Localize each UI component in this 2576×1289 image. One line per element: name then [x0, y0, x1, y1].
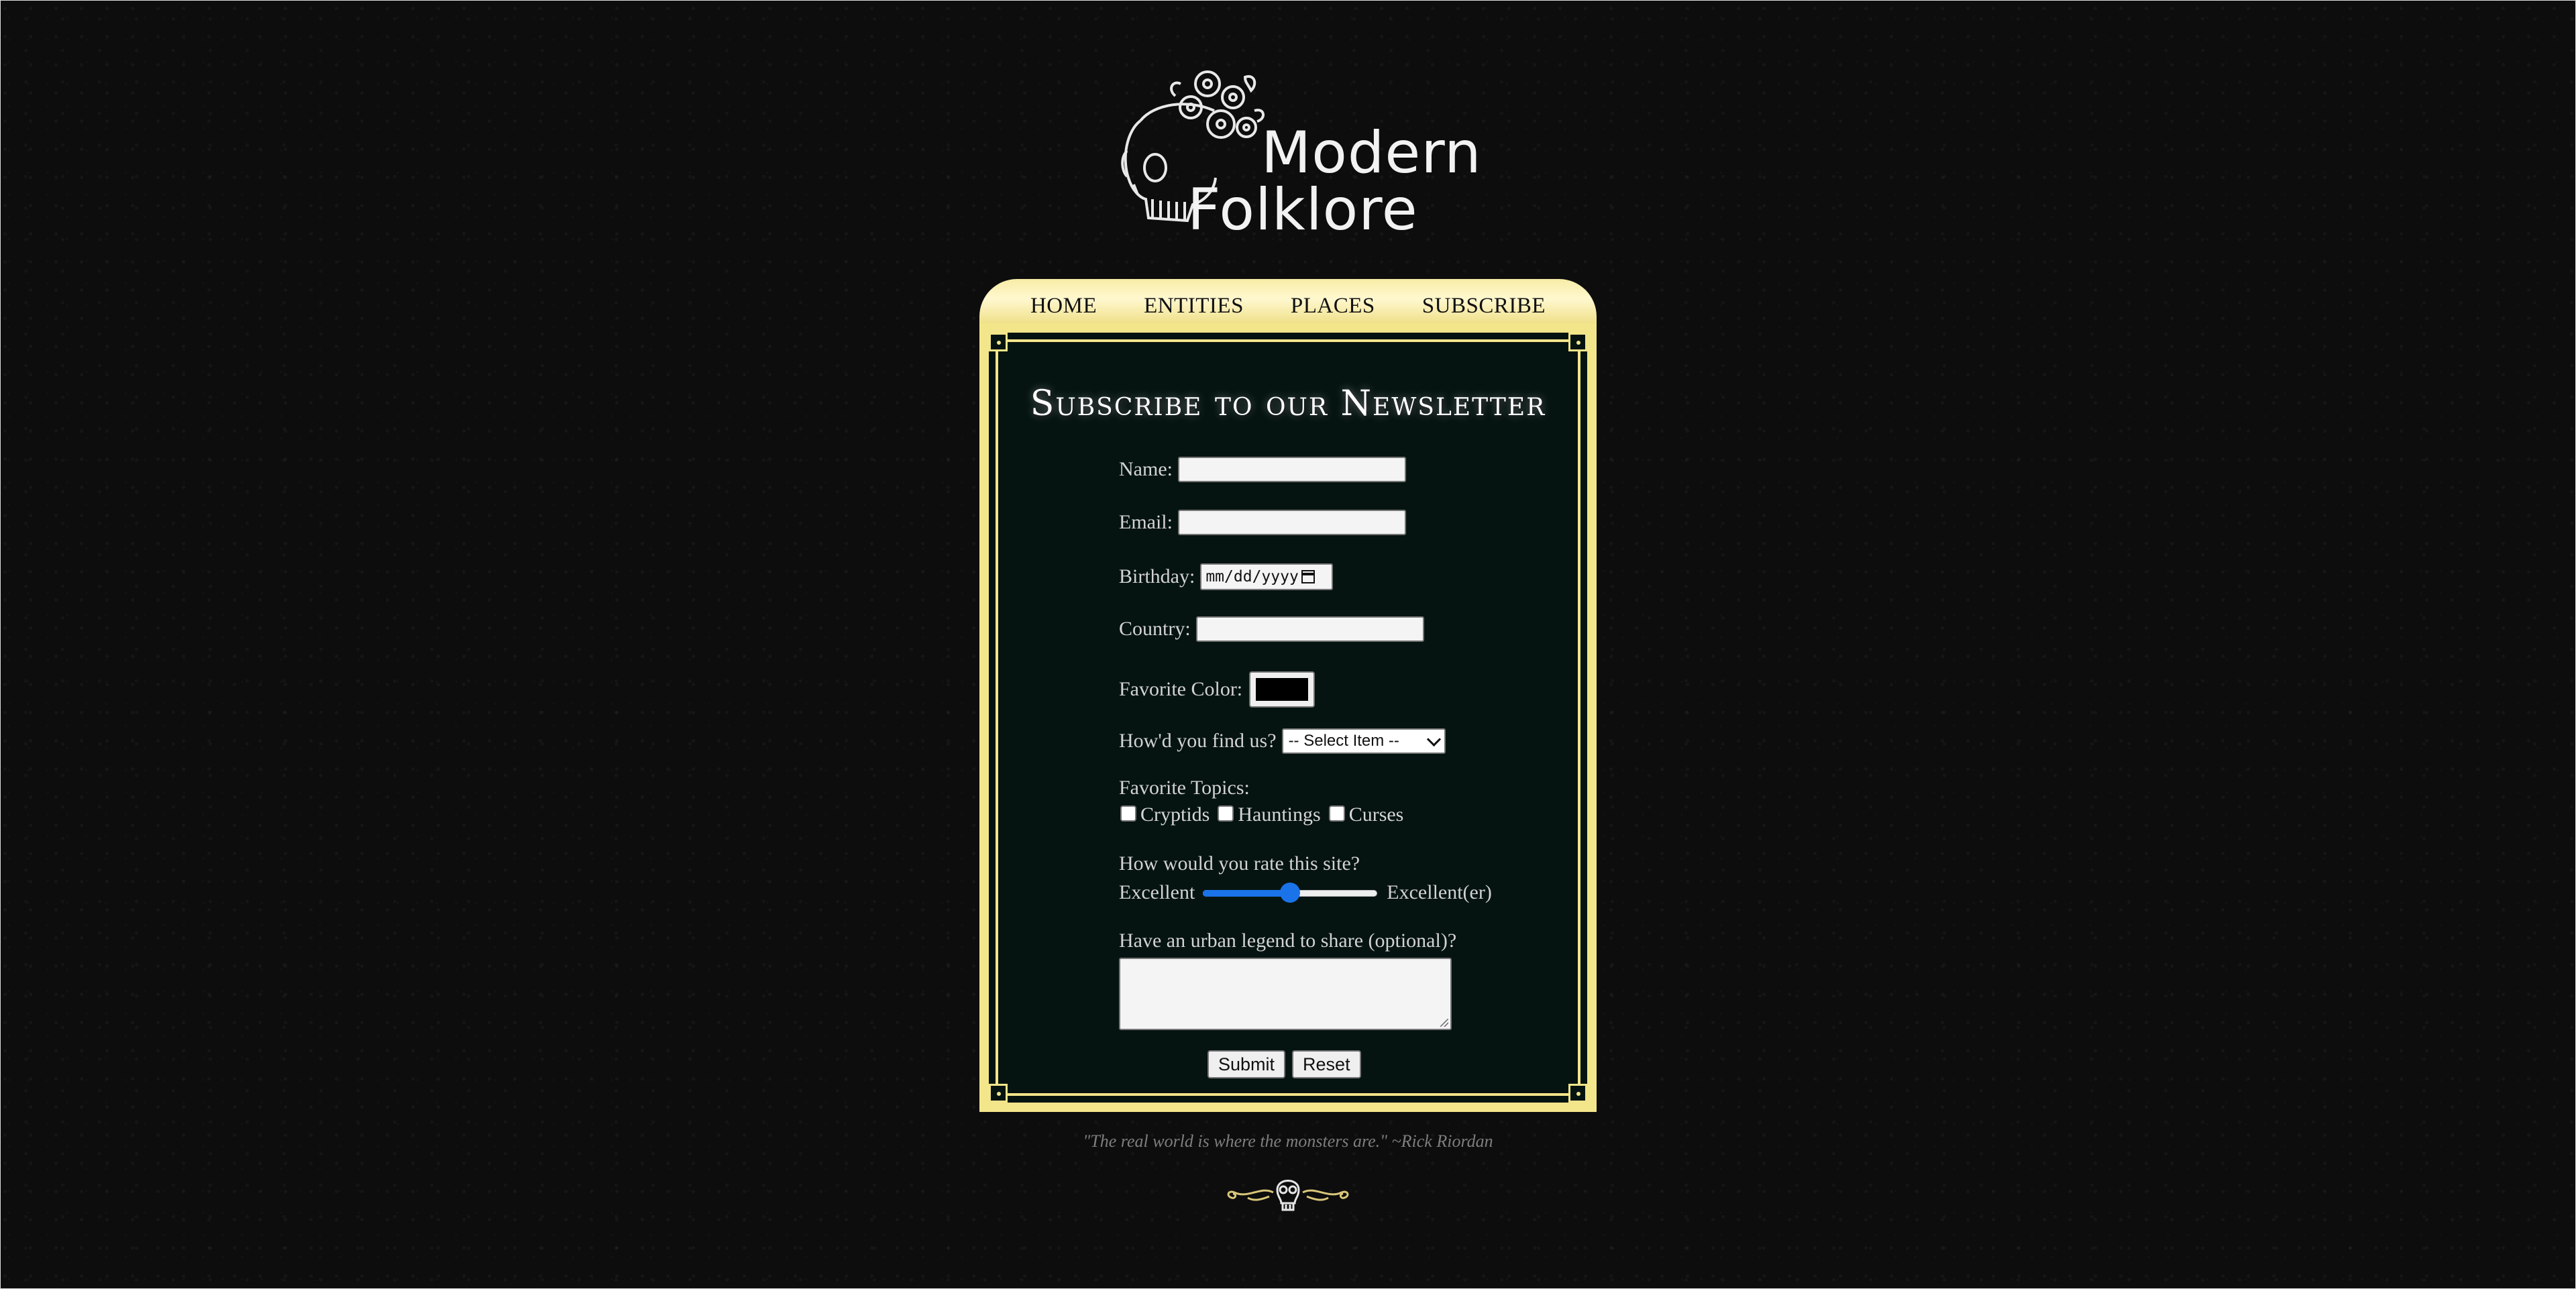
color-swatch-fill: [1256, 678, 1309, 701]
submit-button[interactable]: Submit: [1208, 1050, 1286, 1078]
checkbox[interactable]: [1218, 805, 1234, 822]
birthday-label: Birthday:: [1119, 565, 1195, 587]
nav-places[interactable]: PLACES: [1291, 294, 1375, 319]
logo-text-folklore: Folklore: [1187, 176, 1418, 243]
nav-home[interactable]: HOME: [1030, 294, 1097, 319]
rating-label: How would you rate this site?: [1119, 852, 1360, 875]
corner-ornament-icon: [989, 1084, 1008, 1103]
rating-row: Excellent Excellent(er): [1119, 881, 1492, 904]
country-row: Country:: [1119, 616, 1424, 642]
name-label: Name:: [1119, 458, 1173, 480]
form-actions: Submit Reset: [1208, 1050, 1361, 1078]
urban-legend-textarea[interactable]: [1119, 958, 1452, 1030]
country-label: Country:: [1119, 618, 1191, 640]
topic-option-curses[interactable]: Curses: [1324, 803, 1404, 826]
reset-button[interactable]: Reset: [1292, 1050, 1361, 1078]
topic-option-cryptids[interactable]: Cryptids: [1115, 803, 1210, 826]
topic-label: Hauntings: [1238, 803, 1321, 826]
slider-fill: [1203, 890, 1291, 897]
nav-subscribe[interactable]: SUBSCRIBE: [1422, 294, 1546, 319]
topic-label: Curses: [1348, 803, 1404, 826]
birthday-row: Birthday: mm/dd/yyyy: [1119, 563, 1334, 590]
corner-ornament-icon: [1568, 1084, 1587, 1103]
source-selected-value: -- Select Item --: [1288, 732, 1399, 750]
email-field[interactable]: [1177, 510, 1406, 535]
corner-ornament-icon: [1568, 333, 1587, 351]
color-row: Favorite Color:: [1119, 671, 1316, 708]
name-field[interactable]: [1177, 457, 1406, 482]
color-label: Favorite Color:: [1119, 678, 1243, 700]
topic-label: Cryptids: [1140, 803, 1210, 826]
nav-entities[interactable]: ENTITIES: [1144, 294, 1244, 319]
chevron-down-icon: [1426, 732, 1441, 746]
country-field[interactable]: [1195, 616, 1424, 642]
source-row: How'd you find us? -- Select Item --: [1119, 728, 1446, 754]
legend-row: [1119, 958, 1452, 1030]
birthday-date-input[interactable]: mm/dd/yyyy: [1200, 563, 1334, 590]
main-nav: HOME ENTITIES PLACES SUBSCRIBE: [979, 279, 1597, 323]
name-row: Name:: [1119, 457, 1406, 482]
content-panel: Subscribe to our Newsletter Name: Email:…: [979, 323, 1597, 1112]
panel-inner: Subscribe to our Newsletter Name: Email:…: [986, 330, 1590, 1105]
rating-max-label: Excellent(er): [1387, 881, 1492, 903]
color-picker[interactable]: [1249, 671, 1316, 708]
corner-ornament-icon: [989, 333, 1008, 351]
rating-min-label: Excellent: [1119, 881, 1195, 903]
slider-thumb[interactable]: [1280, 883, 1301, 903]
calendar-icon[interactable]: [1301, 570, 1315, 583]
source-label: How'd you find us?: [1119, 730, 1277, 752]
email-label: Email:: [1119, 511, 1173, 533]
logo-text-modern: Modern: [1261, 119, 1482, 186]
topics-label-row: Favorite Topics:: [1119, 777, 1250, 799]
rating-slider[interactable]: [1203, 883, 1378, 903]
footer-quote: "The real world is where the monsters ar…: [1083, 1131, 1493, 1151]
email-row: Email:: [1119, 510, 1406, 535]
birthday-placeholder: mm/dd/yyyy: [1205, 568, 1299, 585]
legend-label-row: Have an urban legend to share (optional)…: [1119, 930, 1456, 952]
checkbox[interactable]: [1120, 805, 1136, 822]
checkbox[interactable]: [1328, 805, 1345, 822]
page-title: Subscribe to our Newsletter: [1030, 384, 1546, 424]
topics-row: Cryptids Hauntings Curses: [1115, 803, 1406, 826]
site-logo[interactable]: Modern Folklore: [1114, 57, 1481, 243]
skull-ornament-icon: [1227, 1180, 1349, 1211]
topic-option-hauntings[interactable]: Hauntings: [1212, 803, 1321, 826]
rating-label-row: How would you rate this site?: [1119, 852, 1360, 875]
source-select[interactable]: -- Select Item --: [1281, 728, 1446, 754]
topics-label: Favorite Topics:: [1119, 777, 1250, 799]
legend-label: Have an urban legend to share (optional)…: [1119, 930, 1457, 952]
